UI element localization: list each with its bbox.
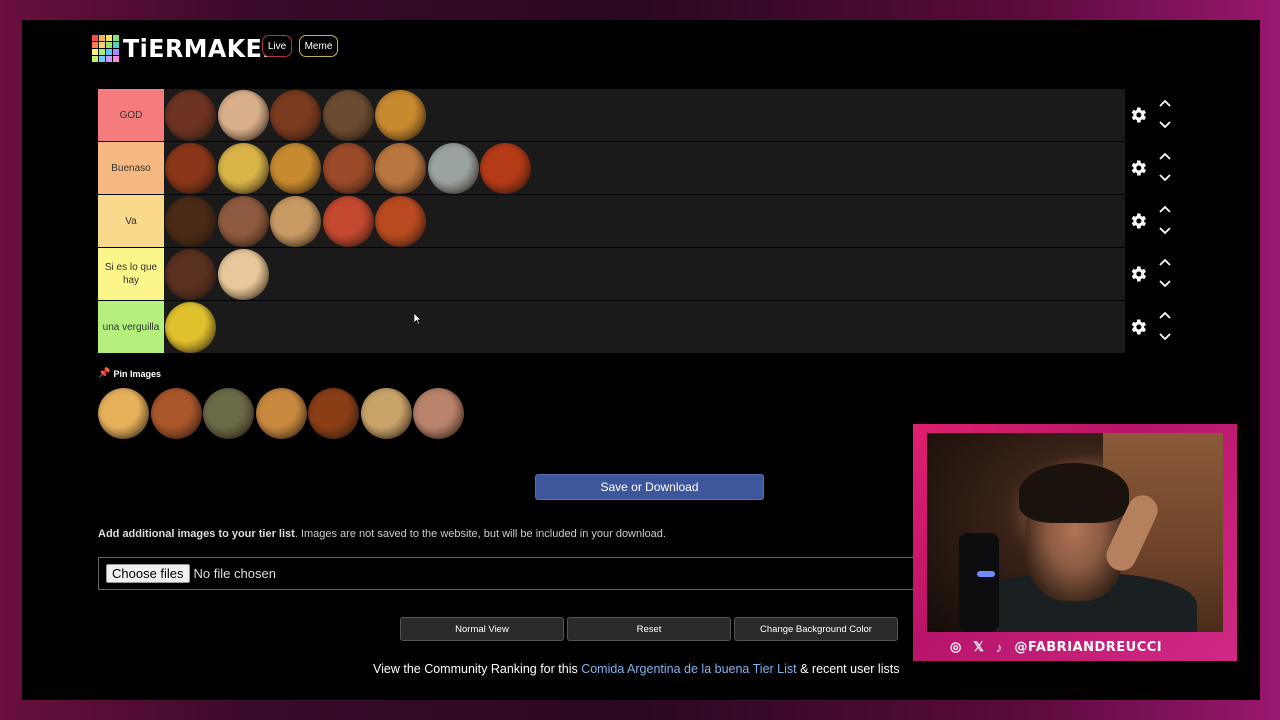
chevron-down-icon[interactable] [1158, 225, 1172, 235]
action-buttons: Normal View Reset Change Background Colo… [400, 617, 901, 641]
food-image[interactable] [360, 388, 412, 439]
food-image[interactable] [165, 301, 216, 353]
add-images-note: Add additional images to your tier list.… [98, 528, 666, 540]
chevron-up-icon[interactable] [1158, 152, 1172, 162]
add-images-note-bold: Add additional images to your tier list [98, 528, 295, 540]
food-image[interactable] [413, 388, 464, 439]
chevron-up-icon[interactable] [1158, 205, 1172, 215]
webcam-video [927, 433, 1223, 632]
food-image[interactable] [150, 388, 202, 439]
unranked-image-pool [98, 388, 466, 439]
tier-row-controls [1128, 301, 1178, 353]
food-image[interactable] [322, 142, 374, 194]
food-image[interactable] [203, 388, 254, 439]
chevron-down-icon[interactable] [1158, 172, 1172, 182]
tiermaker-logo[interactable]: TiERMAKER [92, 34, 289, 63]
tier-row: GOD [98, 89, 1125, 141]
food-image[interactable] [270, 195, 321, 247]
community-ranking-link[interactable]: Comida Argentina de la buena Tier List [581, 662, 796, 676]
normal-view-button[interactable]: Normal View [400, 617, 564, 641]
food-image[interactable] [165, 89, 216, 141]
gear-icon[interactable] [1128, 317, 1148, 337]
chevron-up-icon[interactable] [1158, 99, 1172, 109]
tier-items [164, 248, 270, 300]
tier-row: Si es lo que hay [98, 248, 1125, 300]
chevron-up-icon[interactable] [1158, 311, 1172, 321]
save-download-button[interactable]: Save or Download [535, 474, 764, 500]
tier-label[interactable]: Buenaso [98, 142, 164, 194]
tier-row-controls [1128, 248, 1178, 300]
gear-icon[interactable] [1128, 264, 1148, 284]
food-image[interactable] [217, 195, 269, 247]
gear-icon[interactable] [1128, 105, 1148, 125]
logo-grid-icon [92, 35, 119, 62]
tier-items [164, 301, 218, 353]
food-image[interactable] [480, 142, 531, 194]
pin-images-label: Pin Images [113, 368, 161, 379]
food-image[interactable] [427, 142, 479, 194]
gear-icon[interactable] [1128, 158, 1148, 178]
x-icon: 𝕏 [973, 639, 984, 654]
webcam-overlay: ◎ 𝕏 ♪ @FABRIANDREUCCI [913, 424, 1237, 661]
chevron-down-icon[interactable] [1158, 331, 1172, 341]
community-ranking-text: View the Community Ranking for this Comi… [373, 662, 899, 676]
chevron-down-icon[interactable] [1158, 278, 1172, 288]
choose-files-button[interactable]: Choose files [106, 564, 190, 583]
gear-icon[interactable] [1128, 211, 1148, 231]
tier-label[interactable]: GOD [98, 89, 164, 141]
chevron-down-icon[interactable] [1158, 119, 1172, 129]
food-image[interactable] [165, 195, 216, 247]
tier-row-controls [1128, 195, 1178, 247]
community-suffix: & recent user lists [796, 662, 900, 676]
tier-label[interactable]: Va [98, 195, 164, 247]
mouse-cursor-icon [414, 313, 422, 325]
meme-button[interactable]: Meme [299, 35, 338, 57]
file-input[interactable]: Choose files No file chosen [98, 557, 958, 590]
food-image[interactable] [375, 195, 426, 247]
tier-row-controls [1128, 89, 1178, 141]
food-image[interactable] [375, 142, 426, 194]
add-images-note-rest: . Images are not saved to the website, b… [294, 528, 666, 540]
tier-items [164, 89, 428, 141]
food-image[interactable] [98, 388, 149, 439]
food-image[interactable] [217, 89, 269, 141]
food-image[interactable] [322, 195, 374, 247]
reset-button[interactable]: Reset [567, 617, 731, 641]
tier-row: Va [98, 195, 1125, 247]
change-background-color-button[interactable]: Change Background Color [734, 617, 898, 641]
tier-label[interactable]: Si es lo que hay [98, 248, 164, 300]
tier-row: Buenaso [98, 142, 1125, 194]
food-image[interactable] [217, 248, 269, 300]
food-image[interactable] [270, 89, 321, 141]
pin-images-toggle[interactable]: 📌 Pin Images [98, 368, 161, 379]
file-status: No file chosen [193, 566, 276, 581]
logo-text: TiERMAKER [123, 34, 282, 63]
tier-list: GOD Buenaso Va Si es lo que hay una verguill… [98, 89, 1125, 354]
live-button[interactable]: Live [262, 35, 292, 57]
food-image[interactable] [217, 142, 269, 194]
food-image[interactable] [255, 388, 307, 439]
community-prefix: View the Community Ranking for this [373, 662, 582, 676]
pin-icon: 📌 [98, 368, 111, 379]
social-bar: ◎ 𝕏 ♪ @FABRIANDREUCCI [950, 639, 1162, 655]
food-image[interactable] [322, 89, 374, 141]
tier-items [164, 142, 533, 194]
social-handle: @FABRIANDREUCCI [1014, 639, 1163, 655]
food-image[interactable] [270, 142, 321, 194]
food-image[interactable] [165, 142, 216, 194]
food-image[interactable] [165, 248, 216, 300]
tier-row-controls [1128, 142, 1178, 194]
tier-items [164, 195, 428, 247]
instagram-icon: ◎ [950, 639, 962, 654]
food-image[interactable] [308, 388, 359, 439]
tier-row: una verguilla [98, 301, 1125, 353]
food-image[interactable] [375, 89, 426, 141]
tier-label[interactable]: una verguilla [98, 301, 164, 353]
tiktok-icon: ♪ [995, 639, 1003, 655]
chevron-up-icon[interactable] [1158, 258, 1172, 268]
